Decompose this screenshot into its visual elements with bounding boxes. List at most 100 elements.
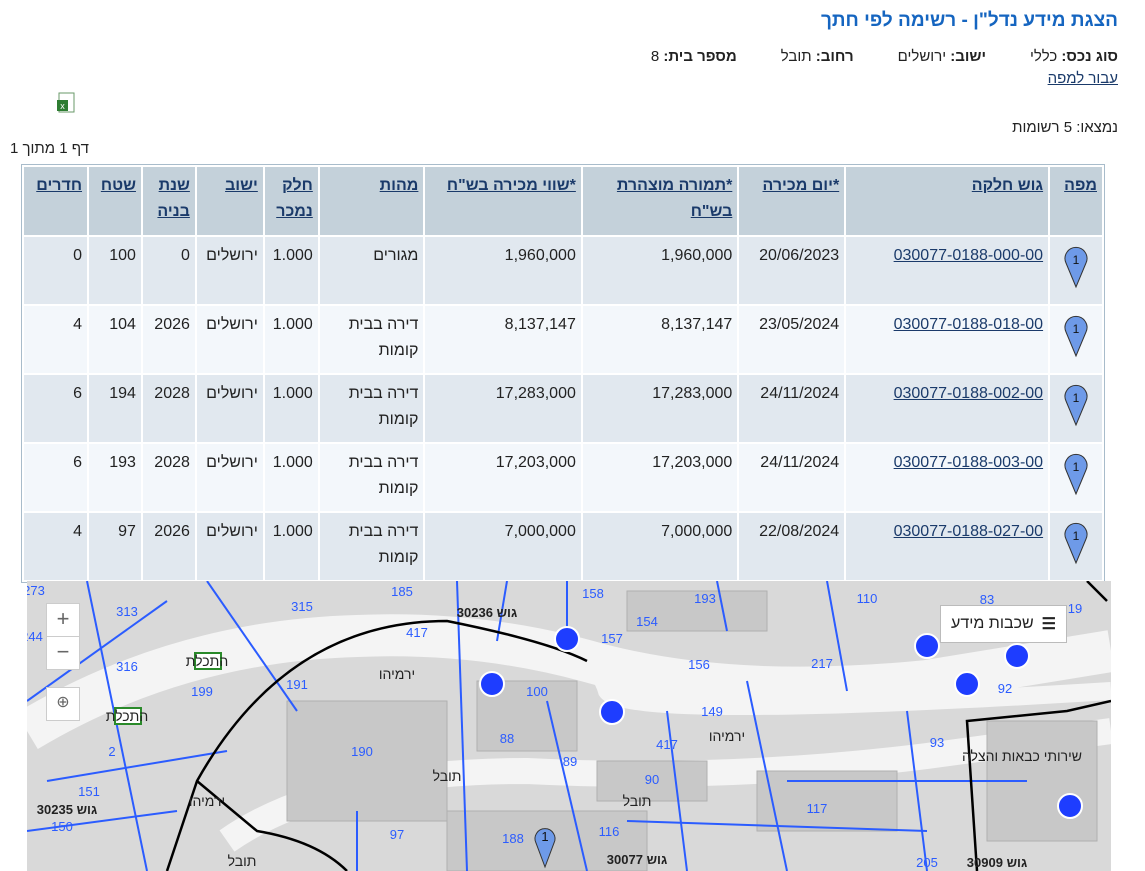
type-cell: דירה בבית קומות [319,375,424,442]
map-pin-icon[interactable]: 1 [1063,381,1089,427]
column-header[interactable]: שטח [89,167,141,235]
pin-label: 1 [1073,322,1080,336]
map-pin-icon[interactable]: 1 [1063,519,1089,565]
layers-icon: ☰ [1041,616,1056,633]
date-cell: 22/08/2024 [739,513,845,580]
bus-stop-icon [599,699,625,725]
building [286,700,448,822]
value-cell: 17,203,000 [425,444,581,511]
column-header[interactable]: *תמורה מוצהרת בש"ח [582,167,738,235]
map-label: 217 [811,656,833,671]
map-label: 19 [1068,601,1082,616]
go-to-map-link[interactable]: עבור למפה [1048,70,1118,87]
svg-text:x: x [60,101,65,111]
column-header[interactable]: שנת בניה [142,167,195,235]
map-label: ירמיהו [379,666,415,682]
map-label: 149 [701,704,723,719]
type-cell: דירה בבית קומות [319,444,424,511]
parcel-link[interactable]: 030077-0188-027-00 [894,523,1043,540]
map-label: גוש 30909 [967,855,1027,870]
map-label: תובל [228,853,257,869]
parcel-link[interactable]: 030077-0188-003-00 [894,454,1043,471]
criteria-item: מספר בית: 8 [651,48,737,65]
criteria-key: רחוב: [815,48,854,65]
map-label: 190 [351,744,373,759]
map-label: 100 [526,684,548,699]
date-cell: 23/05/2024 [739,306,845,373]
map-label: 313 [116,604,138,619]
map-label: 150 [51,819,73,834]
bus-stop-icon [1004,643,1030,669]
map-label: 158 [582,586,604,601]
share-cell: 1.000 [264,237,318,304]
layers-button[interactable]: ☰ שכבות מידע [940,605,1067,643]
map-pin-icon[interactable]: 1 [1063,312,1089,358]
map-label: 110 [857,591,878,606]
share-cell: 1.000 [264,444,318,511]
type-cell: דירה בבית קומות [319,306,424,373]
map-label: 90 [645,772,659,787]
bus-stop-icon [914,633,940,659]
parcel-link[interactable]: 030077-0188-018-00 [894,316,1043,333]
column-header[interactable]: *יום מכירה [739,167,845,235]
bus-stop-icon [479,671,505,697]
share-cell: 1.000 [264,513,318,580]
map-pin-cell: 1 [1050,237,1102,304]
declared-cell: 1,960,000 [582,237,738,304]
pin-label: 1 [1073,391,1080,405]
map-label: 2 [108,744,115,759]
excel-export-icon[interactable]: x [56,92,76,114]
map-pin-icon[interactable]: 1 [1063,450,1089,496]
table-row: 1 030077-0188-018-00 23/05/2024 8,137,147 8,… [24,306,1102,373]
rooms-cell: 4 [24,513,88,580]
map-pin-cell: 1 [1050,444,1102,511]
column-header[interactable]: *שווי מכירה בש"ח [425,167,581,235]
value-cell: 7,000,000 [425,513,581,580]
parcel-cell: 030077-0188-002-00 [846,375,1049,442]
city-cell: ירושלים [196,306,263,373]
map-label: 93 [930,735,944,750]
map[interactable]: 3133162732441853151991911901008889901571… [27,581,1111,871]
criteria-value: 8 [650,48,660,65]
map-label: 92 [998,681,1012,696]
map-label: 191 [286,677,308,692]
search-criteria: סוג נכס: כללי ישוב: ירושלים רחוב: תובל מספר… [607,48,1118,65]
criteria-value: ירושלים [897,48,947,65]
city-cell: ירושלים [196,375,263,442]
column-header[interactable]: גוש חלקה [846,167,1049,235]
parcel-boundary [86,581,148,871]
column-header[interactable]: חדרים [24,167,88,235]
column-header[interactable]: מהות [319,167,424,235]
parcel-cell: 030077-0188-018-00 [846,306,1049,373]
parcel-cell: 030077-0188-000-00 [846,237,1049,304]
map-pin-icon[interactable]: 1 [1063,243,1089,289]
rooms-cell: 6 [24,444,88,511]
share-cell: 1.000 [264,375,318,442]
criteria-item: סוג נכס: כללי [1030,48,1118,65]
date-cell: 20/06/2023 [739,237,845,304]
map-label: תובל [433,768,462,784]
value-cell: 8,137,147 [425,306,581,373]
parcel-link[interactable]: 030077-0188-002-00 [894,385,1043,402]
map-label: 151 [78,784,100,799]
map-label: 97 [390,827,404,842]
column-header[interactable]: חלק נמכר [264,167,318,235]
value-cell: 1,960,000 [425,237,581,304]
zoom-extent-button[interactable]: ⊕ [46,687,80,721]
zoom-in-button[interactable]: + [46,603,80,637]
map-label: 156 [688,657,710,672]
value-cell: 17,283,000 [425,375,581,442]
zoom-out-button[interactable]: − [46,636,80,670]
date-cell: 24/11/2024 [739,444,845,511]
map-pin-cell: 1 [1050,306,1102,373]
declared-cell: 17,283,000 [582,375,738,442]
parcel-link[interactable]: 030077-0188-000-00 [894,247,1043,264]
map-label: 417 [406,625,428,640]
parcel-cell: 030077-0188-027-00 [846,513,1049,580]
area-cell: 193 [89,444,141,511]
map-label: תובל [623,793,652,809]
map-label: ירמיהו [189,793,225,809]
declared-cell: 8,137,147 [582,306,738,373]
column-header[interactable]: ישוב [196,167,263,235]
map-label: התכלת [106,708,148,724]
